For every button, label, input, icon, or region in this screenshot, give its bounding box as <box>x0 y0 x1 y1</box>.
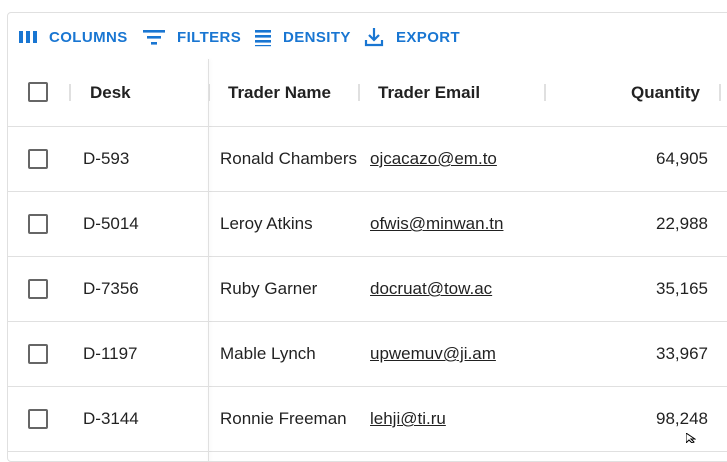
filters-button[interactable]: FILTERS <box>142 25 241 49</box>
table-row[interactable]: D-593 Ronald Chambers ojcacazo@em.to 64,… <box>8 127 727 192</box>
trader-name-cell: Ronnie Freeman <box>220 409 347 428</box>
column-separator[interactable] <box>69 84 71 101</box>
trader-name-cell: Ronald Chambers <box>220 149 358 168</box>
trader-email-link[interactable]: ofwis@minwan.tn <box>370 192 540 256</box>
row-checkbox[interactable] <box>28 149 48 169</box>
trader-email-link[interactable]: docruat@tow.ac <box>370 257 540 321</box>
desk-cell: D-593 <box>83 149 130 168</box>
column-header-quantity[interactable]: Quantity <box>568 59 700 126</box>
trader-email-link[interactable]: upwemuv@ji.am <box>370 322 540 386</box>
quantity-cell: 33,967 <box>656 344 708 363</box>
column-header-trader-name[interactable]: Trader Name <box>228 59 331 126</box>
density-button[interactable]: DENSITY <box>254 25 351 49</box>
columns-label: COLUMNS <box>49 28 128 46</box>
mouse-cursor-icon <box>686 433 696 443</box>
trader-email-link[interactable]: lehji@ti.ru <box>370 387 540 451</box>
export-label: EXPORT <box>396 28 461 46</box>
pinned-column-divider <box>208 59 209 461</box>
table-row[interactable]: D-1197 Mable Lynch upwemuv@ji.am 33,967 <box>8 322 727 387</box>
row-checkbox[interactable] <box>28 279 48 299</box>
data-grid: COLUMNS FILTERS DENSITY EXPORT Desk Trad… <box>7 12 727 462</box>
columns-button[interactable]: COLUMNS <box>18 25 128 49</box>
export-button[interactable]: EXPORT <box>363 25 460 49</box>
row-checkbox[interactable] <box>28 409 48 429</box>
grid-toolbar: COLUMNS FILTERS DENSITY EXPORT <box>8 13 727 61</box>
quantity-cell: 22,988 <box>656 214 708 233</box>
trader-name-cell: Leroy Atkins <box>220 214 313 233</box>
select-all-checkbox[interactable] <box>28 82 48 102</box>
column-header-desk[interactable]: Desk <box>90 59 131 126</box>
desk-cell: D-5014 <box>83 214 139 233</box>
quantity-cell: 35,165 <box>656 279 708 298</box>
row-checkbox[interactable] <box>28 214 48 234</box>
column-separator[interactable] <box>544 84 546 101</box>
filters-label: FILTERS <box>177 28 242 46</box>
trader-email-link[interactable]: ojcacazo@em.to <box>370 127 540 191</box>
density-label: DENSITY <box>283 28 351 46</box>
desk-cell: D-7356 <box>83 279 139 298</box>
columns-icon <box>19 31 37 43</box>
filter-icon <box>143 30 165 45</box>
table-row[interactable]: D-7356 Ruby Garner docruat@tow.ac 35,165 <box>8 257 727 322</box>
column-header-trader-email[interactable]: Trader Email <box>378 59 480 126</box>
table-row[interactable]: D-3144 Ronnie Freeman lehji@ti.ru 98,248 <box>8 387 727 452</box>
density-icon <box>255 30 271 47</box>
desk-cell: D-3144 <box>83 409 139 428</box>
table-row[interactable]: D-5014 Leroy Atkins ofwis@minwan.tn 22,9… <box>8 192 727 257</box>
quantity-cell: 64,905 <box>656 149 708 168</box>
column-header-row: Desk Trader Name Trader Email Quantity <box>8 59 727 127</box>
row-checkbox[interactable] <box>28 344 48 364</box>
column-separator[interactable] <box>358 84 360 101</box>
desk-cell: D-1197 <box>83 344 138 363</box>
export-icon <box>364 28 384 47</box>
trader-name-cell: Mable Lynch <box>220 344 316 363</box>
column-separator[interactable] <box>719 84 721 101</box>
trader-name-cell: Ruby Garner <box>220 279 318 298</box>
